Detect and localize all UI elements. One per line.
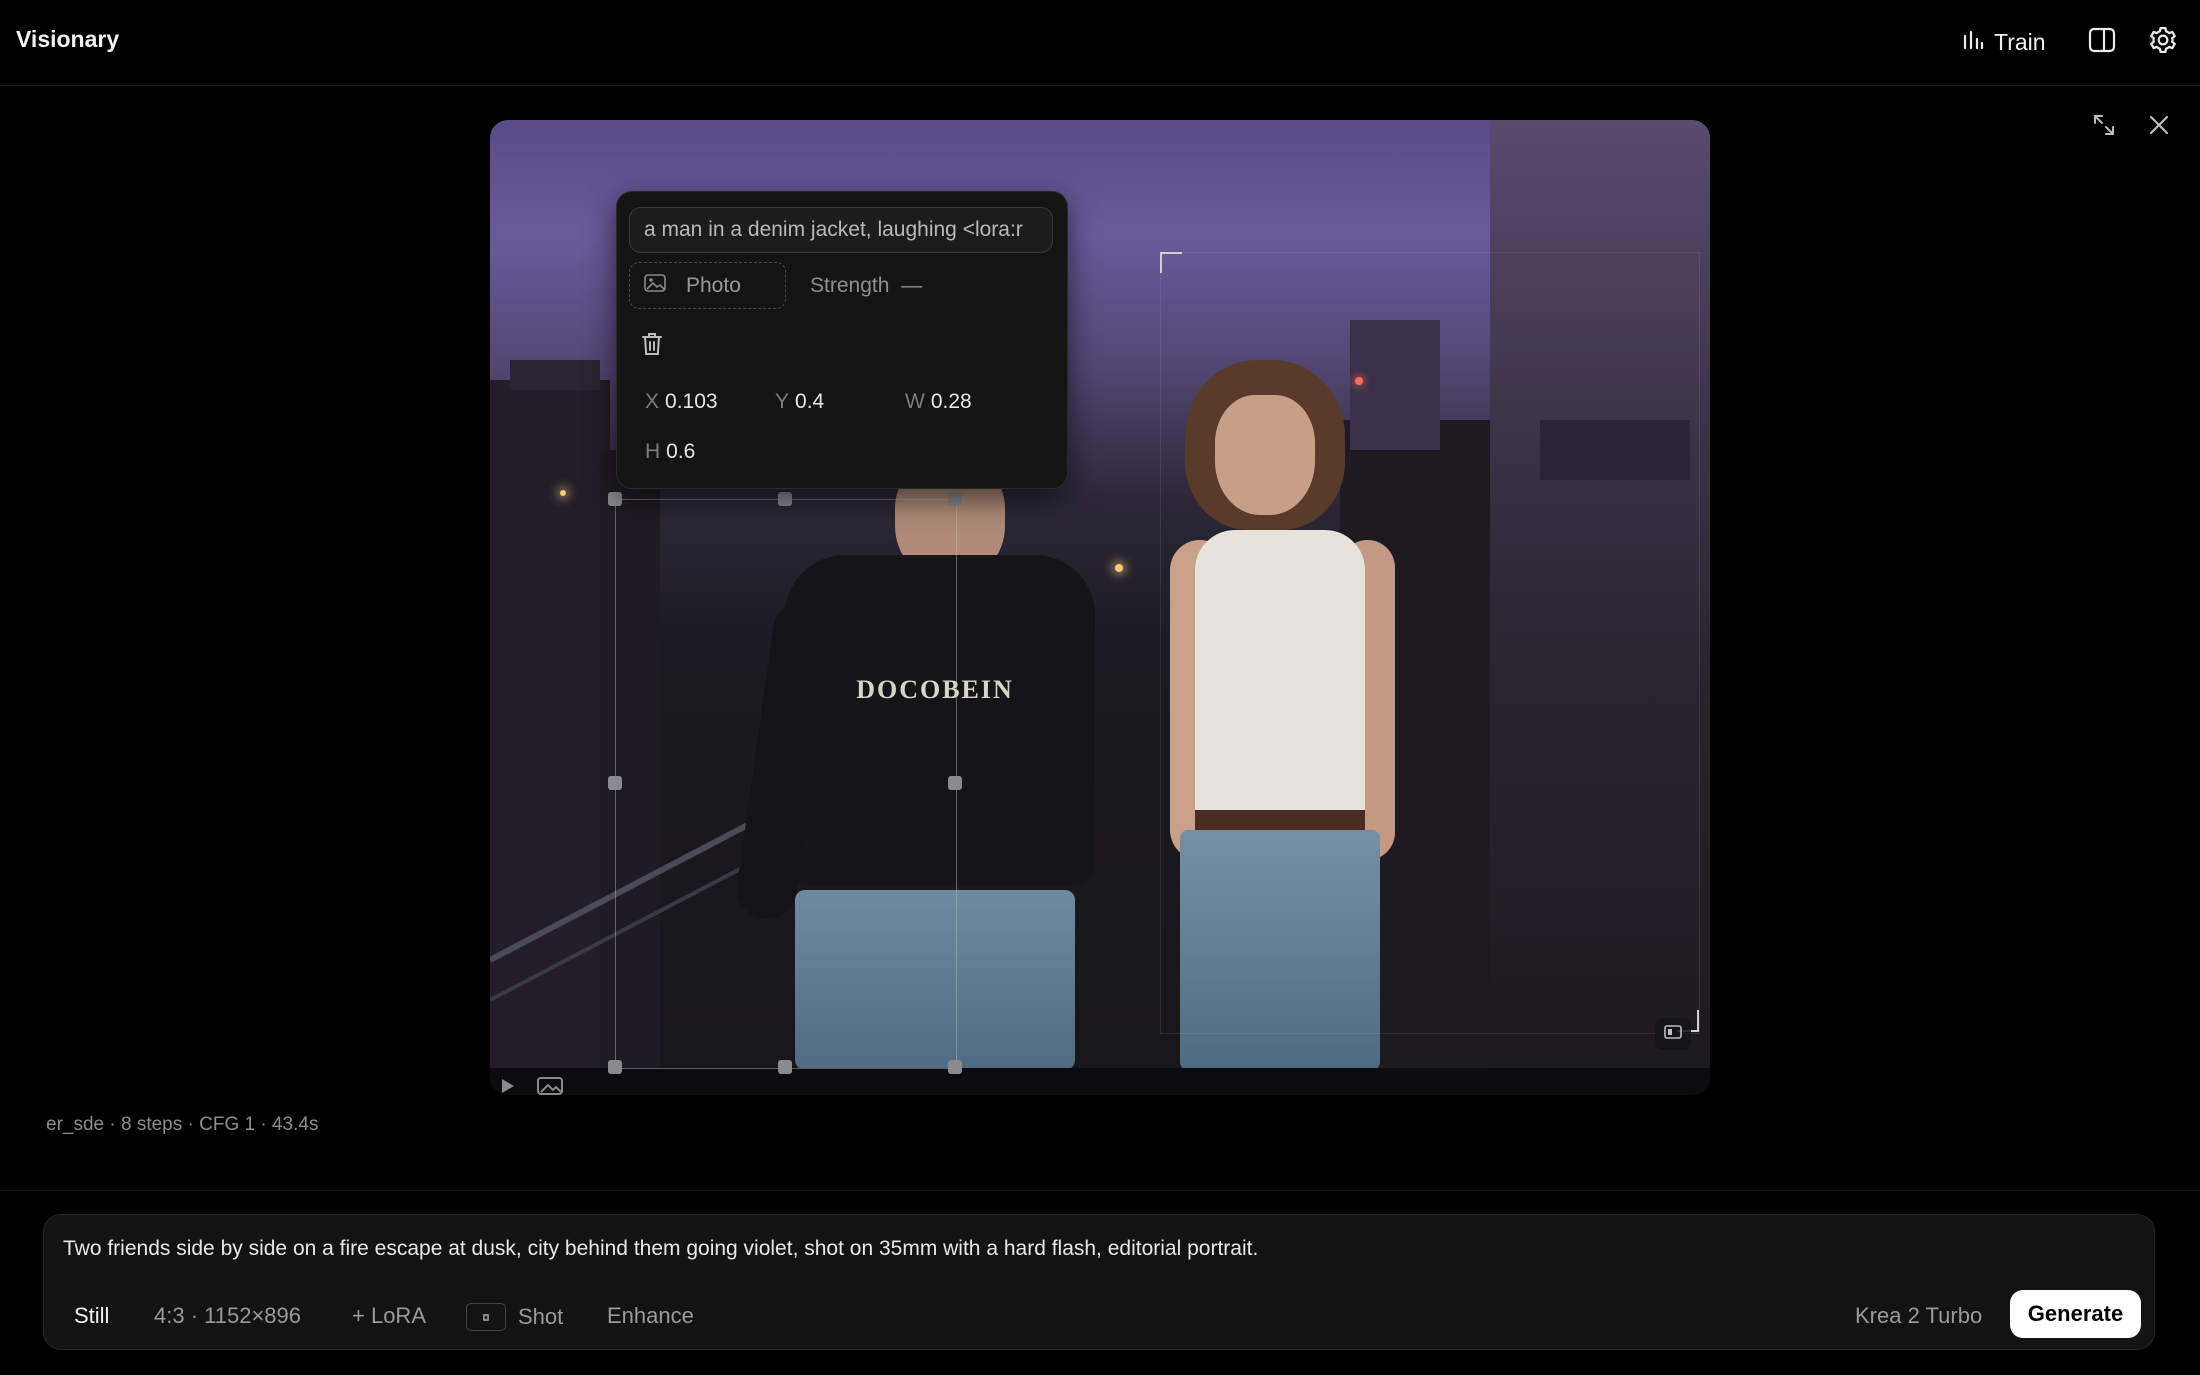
image-toggle-button[interactable] (536, 1076, 564, 1101)
shot-button[interactable]: Shot (466, 1303, 563, 1331)
mode-still-button[interactable]: Still (74, 1303, 109, 1329)
compare-icon (1664, 1024, 1682, 1044)
enhance-label: Enhance (607, 1303, 694, 1328)
strength-control[interactable]: Strength — (810, 274, 922, 298)
region-outline-secondary[interactable] (1160, 252, 1700, 1034)
delete-region-button[interactable] (641, 332, 663, 361)
enhance-button[interactable]: Enhance (607, 1303, 694, 1329)
image-icon (536, 1077, 564, 1100)
y-label: Y (775, 390, 790, 413)
strength-value: — (901, 274, 923, 297)
divider (0, 1190, 2200, 1191)
add-lora-button[interactable]: + LoRA (352, 1303, 426, 1329)
region-selection-box[interactable] (615, 499, 957, 1069)
aspect-label: 4:3 · 1152×896 (154, 1303, 301, 1328)
region-corner-marker (1160, 252, 1182, 273)
generation-meta: er_sde · 8 steps · CFG 1 · 43.4s (46, 1114, 319, 1135)
w-label: W (905, 390, 925, 413)
x-label: X (645, 390, 660, 413)
region-prompt-input[interactable] (629, 207, 1053, 253)
x-value: 0.103 (665, 390, 718, 413)
x-field[interactable]: X 0.103 (645, 390, 718, 414)
w-value: 0.28 (930, 390, 972, 413)
h-field[interactable]: H 0.6 (645, 440, 695, 464)
trash-icon (641, 333, 663, 360)
photo-label: Photo (686, 273, 741, 297)
prompt-composer: Two friends side by side on a fire escap… (43, 1214, 2155, 1350)
y-field[interactable]: Y 0.4 (775, 390, 824, 414)
gear-icon (2148, 25, 2178, 60)
resize-handle[interactable] (948, 1060, 962, 1074)
app-title: Visionary (16, 26, 120, 52)
aspect-ratio-button[interactable]: 4:3 · 1152×896 (154, 1303, 301, 1329)
camera-icon (466, 1303, 506, 1331)
resize-handle[interactable] (778, 492, 792, 506)
sidebar-toggle-icon (2088, 27, 2116, 58)
h-value: 0.6 (666, 440, 696, 463)
bar-chart-icon (1962, 29, 1984, 56)
mode-label: Still (74, 1303, 110, 1328)
play-icon (498, 1079, 516, 1099)
resize-handle[interactable] (608, 492, 622, 506)
resize-handle[interactable] (608, 776, 622, 790)
image-footer (490, 1068, 1710, 1095)
prompt-text[interactable]: Two friends side by side on a fire escap… (63, 1237, 1258, 1261)
train-label: Train (1994, 28, 2046, 55)
top-bar: Visionary Train (0, 0, 2200, 86)
shot-label: Shot (518, 1304, 564, 1329)
y-value: 0.4 (795, 390, 825, 413)
resize-handle[interactable] (948, 776, 962, 790)
close-icon (2148, 114, 2170, 141)
w-field[interactable]: W 0.28 (905, 390, 972, 414)
train-button[interactable]: Train (1962, 24, 2046, 60)
region-popover: Photo Strength — X0.103 Y0.4 W0.28 H0.6 (616, 191, 1068, 489)
expand-icon (2091, 112, 2117, 143)
expand-button[interactable] (2087, 110, 2121, 144)
lora-label: + LoRA (352, 1303, 426, 1328)
close-viewer-button[interactable] (2142, 110, 2176, 144)
compare-button[interactable] (1655, 1018, 1691, 1050)
resize-handle[interactable] (778, 1060, 792, 1074)
settings-button[interactable] (2145, 24, 2181, 60)
image-icon (644, 273, 666, 298)
generate-button[interactable]: Generate (2010, 1290, 2141, 1338)
h-label: H (645, 440, 661, 463)
reference-photo-slot[interactable]: Photo (629, 262, 786, 309)
model-selector[interactable]: Krea 2 Turbo (1855, 1303, 1982, 1329)
strength-label: Strength (810, 274, 890, 297)
resize-handle[interactable] (948, 492, 962, 506)
play-button[interactable] (498, 1077, 516, 1100)
sidebar-toggle-button[interactable] (2084, 24, 2120, 60)
resize-handle[interactable] (608, 1060, 622, 1074)
